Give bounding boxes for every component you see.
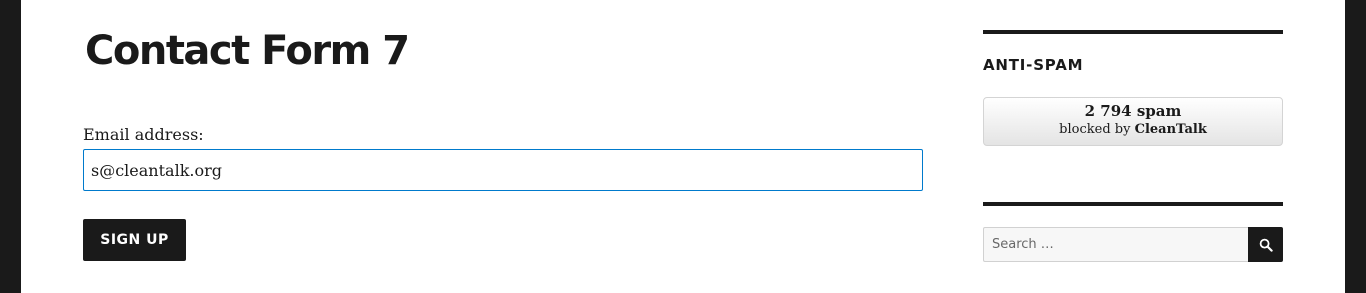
email-label: Email address: <box>83 125 204 144</box>
sign-up-button[interactable]: SIGN UP <box>83 219 186 261</box>
email-field[interactable] <box>83 149 923 191</box>
widget-divider <box>983 30 1283 34</box>
blocked-by-text: blocked by <box>1059 122 1131 137</box>
search-icon <box>1259 238 1273 252</box>
search-input[interactable] <box>983 227 1248 262</box>
search-submit-button[interactable] <box>1248 227 1283 262</box>
cleantalk-brand: CleanTalk <box>1134 122 1207 137</box>
spam-count: 2 794 spam <box>1084 102 1182 120</box>
blocked-by-line: blocked by CleanTalk <box>984 122 1282 137</box>
widget-divider <box>983 202 1283 206</box>
anti-spam-widget-title: ANTI-SPAM <box>983 56 1084 74</box>
page: Contact Form 7 Email address: SIGN UP AN… <box>21 0 1345 293</box>
cleantalk-badge-link[interactable]: 2 794 spam blocked by CleanTalk <box>983 97 1283 146</box>
page-title: Contact Form 7 <box>85 28 410 74</box>
